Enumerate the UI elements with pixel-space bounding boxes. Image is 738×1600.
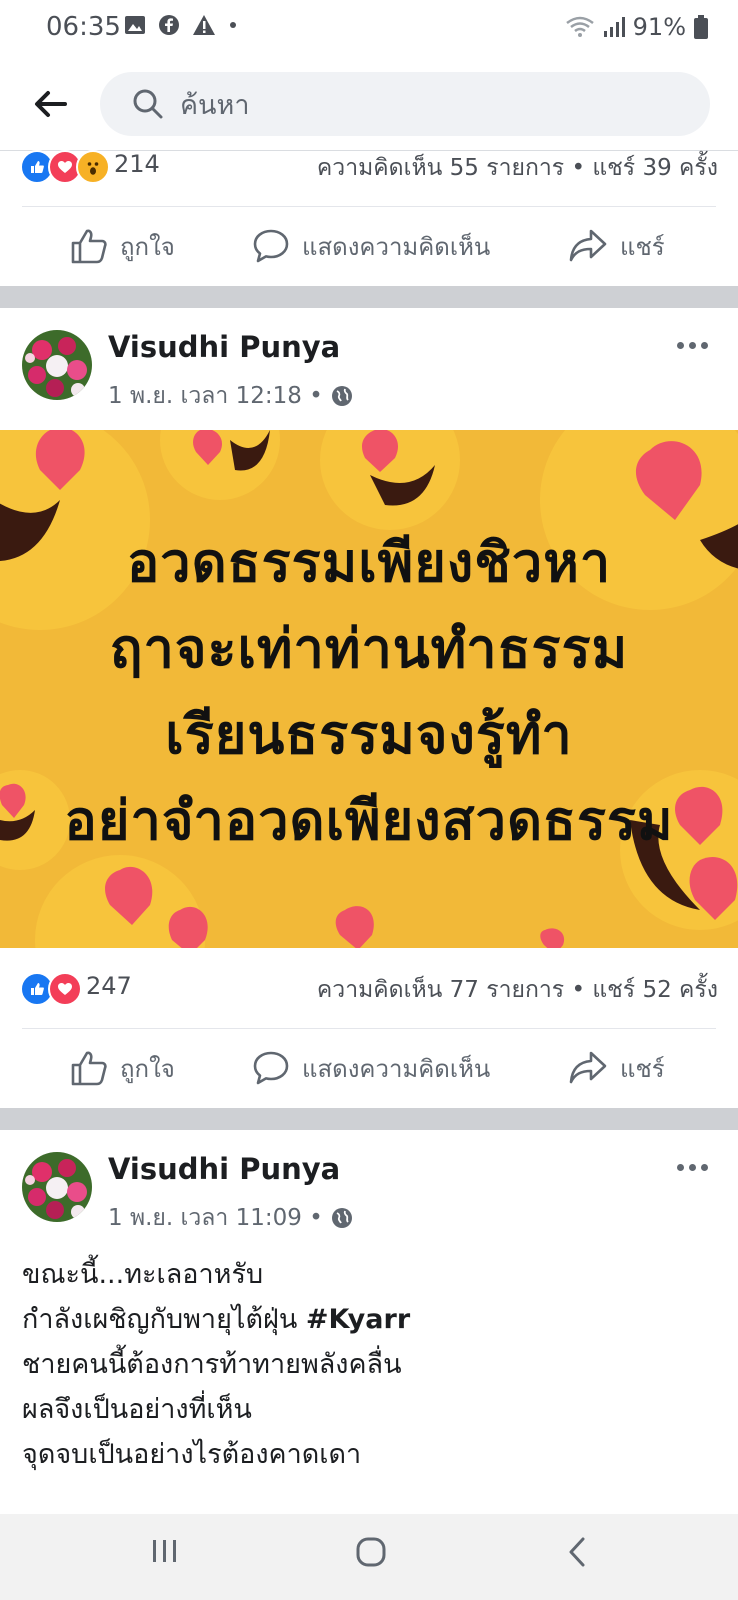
image-line: อย่าจำอวดเพียงสวดธรรม [64,789,674,852]
love-reaction-icon [48,972,82,1006]
share-icon [569,229,607,262]
comment-icon [253,229,289,263]
comment-label: แสดงความคิดเห็น [302,1054,491,1083]
notification-icons [124,14,238,36]
search-icon [133,89,163,119]
image-caption-text: อวดธรรมเพียงชิวหา ฤาจะเท่าท่านทำธรรม เรี… [0,520,738,864]
more-options-button[interactable] [677,342,708,349]
post-text: ขณะนี้...ทะเลอาหรับ กำลังเผชิญกับพายุไต้… [22,1252,722,1477]
post-header: Visudhi Punya 1 พ.ย. เวลา 11:09 • [0,1152,738,1252]
comment-icon [253,1051,289,1085]
comment-label: แสดงความคิดเห็น [302,232,491,261]
share-label: แชร์ [620,232,665,261]
share-button[interactable]: แชร์ [568,206,665,286]
timestamp-text: 1 พ.ย. เวลา 11:09 • [108,1205,323,1231]
back-button[interactable] [28,82,72,126]
share-button[interactable]: แชร์ [568,1028,665,1108]
wifi-icon [565,16,594,37]
avatar[interactable] [22,1152,92,1222]
status-bar: 06:35 91% [0,0,738,58]
system-back-button[interactable] [565,1536,589,1572]
system-icons: 91% [565,13,708,41]
post-text-line: ผลจึงเป็นอย่างที่เห็น [22,1394,252,1425]
post-text-line: ขณะนี้...ทะเลอาหรับ [22,1259,264,1290]
search-input[interactable] [178,82,682,128]
comment-button[interactable]: แสดงความคิดเห็น [252,206,490,286]
reaction-count: 247 [86,972,132,1000]
image-line: อวดธรรมเพียงชิวหา [126,531,612,594]
post-timestamp[interactable]: 1 พ.ย. เวลา 11:09 • [108,1200,353,1236]
comments-shares-count[interactable]: ความคิดเห็น 77 รายการ • แชร์ 52 ครั้ง [317,972,718,1008]
globe-icon [331,1208,352,1228]
share-label: แชร์ [620,1054,665,1083]
home-button[interactable] [355,1536,387,1572]
back-arrow-icon [35,91,67,117]
warning-icon [193,15,215,35]
more-options-button[interactable] [677,1164,708,1171]
recent-apps-button[interactable] [150,1536,180,1570]
timestamp-text: 1 พ.ย. เวลา 12:18 • [108,383,323,409]
chevron-left-icon [569,1537,585,1567]
facebook-icon [159,15,179,35]
search-box[interactable] [100,72,710,136]
signal-icon [603,17,625,37]
post-timestamp[interactable]: 1 พ.ย. เวลา 12:18 • [108,378,353,414]
hashtag-link[interactable]: #Kyarr [306,1304,410,1335]
like-button[interactable]: ถูกใจ [70,1028,175,1108]
post-header: Visudhi Punya 1 พ.ย. เวลา 12:18 • [0,330,738,430]
battery-percent: 91% [632,13,686,41]
action-bar: ถูกใจ แสดงความคิดเห็น แชร์ [0,1028,738,1108]
post-separator [0,1108,738,1130]
post-text-line: ชายคนนี้ต้องการท้าทายพลังคลื่น [22,1349,402,1380]
action-bar: ถูกใจ แสดงความคิดเห็น แชร์ [0,206,738,286]
reaction-count: 214 [114,150,160,178]
like-label: ถูกใจ [120,232,175,261]
avatar[interactable] [22,330,92,400]
post-image[interactable]: อวดธรรมเพียงชิวหา ฤาจะเท่าท่านทำธรรม เรี… [0,430,738,948]
reaction-icons [20,150,110,184]
author-name[interactable]: Visudhi Punya [108,330,340,364]
post-text-line: กำลังเผชิญกับพายุไต้ฝุ่น #Kyarr [22,1297,722,1342]
reaction-icons [20,972,82,1006]
post-text-line: จุดจบเป็นอย่างไรต้องคาดเดา [22,1439,362,1470]
status-time: 06:35 [46,12,121,42]
system-nav-bar [0,1514,738,1600]
dot-icon [230,22,236,28]
image-line: ฤาจะเท่าท่านทำธรรม [109,617,629,680]
gallery-icon [125,16,145,34]
image-line: เรียนธรรมจงรู้ทำ [165,703,573,766]
recent-apps-icon [153,1540,176,1562]
reaction-summary[interactable]: 214 ความคิดเห็น 55 รายการ • แชร์ 39 ครั้… [0,146,738,190]
thumbs-up-icon [71,1051,107,1086]
comment-button[interactable]: แสดงความคิดเห็น [252,1028,490,1108]
post-text-span: กำลังเผชิญกับพายุไต้ฝุ่น [22,1304,306,1335]
home-icon [356,1537,386,1567]
reaction-summary[interactable]: 247 ความคิดเห็น 77 รายการ • แชร์ 52 ครั้… [0,968,738,1012]
like-button[interactable]: ถูกใจ [70,206,175,286]
wow-reaction-icon [76,150,110,184]
share-icon [569,1051,607,1084]
post-separator [0,286,738,308]
globe-icon [331,386,352,406]
battery-icon [694,15,708,39]
author-name[interactable]: Visudhi Punya [108,1152,340,1186]
search-header [0,58,738,151]
like-label: ถูกใจ [120,1054,175,1083]
comments-shares-count[interactable]: ความคิดเห็น 55 รายการ • แชร์ 39 ครั้ง [317,150,718,186]
thumbs-up-icon [71,229,107,264]
